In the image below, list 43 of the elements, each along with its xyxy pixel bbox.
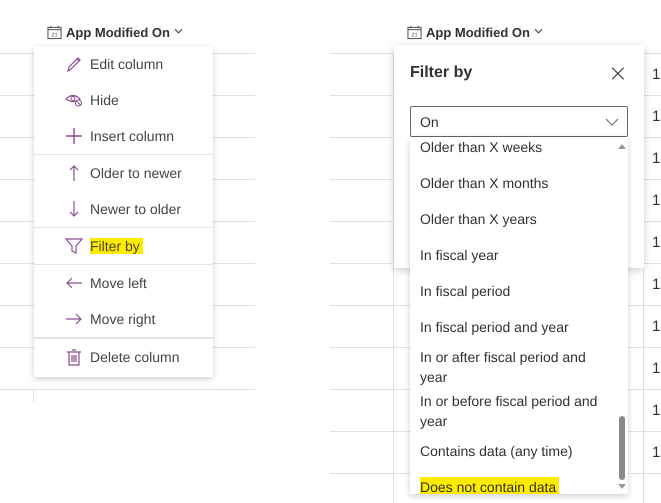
table-cell: 1: [652, 444, 660, 461]
scroll-up-icon[interactable]: [618, 143, 626, 149]
dropdown-option[interactable]: In fiscal year: [410, 237, 616, 273]
dropdown-option[interactable]: In or before fiscal period and year: [410, 389, 616, 433]
menu-item[interactable]: Newer to older: [34, 191, 213, 227]
dropdown-option[interactable]: Older than X months: [410, 165, 616, 201]
menu-item[interactable]: Older to newer: [34, 155, 213, 191]
dropdown-option[interactable]: Older than X years: [410, 201, 616, 237]
chevron-down-icon[interactable]: [534, 28, 543, 34]
menu-item[interactable]: Move left: [34, 265, 213, 301]
table-cell: 1: [652, 360, 660, 377]
column-header[interactable]: App Modified On: [66, 25, 170, 41]
scrollbar-thumb[interactable]: [619, 416, 625, 480]
table-cell: 1: [652, 108, 660, 125]
dropdown-option[interactable]: Does not contain data: [410, 469, 616, 494]
column-header[interactable]: App Modified On: [426, 25, 530, 41]
menu-item[interactable]: Insert column: [34, 118, 213, 154]
dropdown-option[interactable]: In fiscal period: [410, 273, 616, 309]
plus-icon: [64, 126, 84, 146]
dropdown-option[interactable]: In or after fiscal period and year: [410, 345, 616, 389]
menu-item[interactable]: Hide: [34, 82, 213, 118]
table-cell: 1: [652, 192, 660, 209]
table-cell: 1: [652, 276, 660, 293]
close-button[interactable]: ×: [608, 63, 628, 83]
menu-item[interactable]: Filter by: [34, 228, 213, 264]
chevron-down-icon: [605, 118, 619, 126]
menu-item[interactable]: Edit column: [34, 46, 213, 82]
funnel-icon: [64, 236, 84, 256]
table-cell: 1: [652, 234, 660, 251]
table-cell: 1: [652, 318, 660, 335]
table-cell: 1: [652, 66, 660, 83]
panel-title: Filter by: [410, 64, 472, 82]
trash-icon: [64, 347, 84, 367]
dropdown-option[interactable]: In fiscal period and year: [410, 309, 616, 345]
operator-dropdown[interactable]: On: [410, 106, 628, 137]
dropdown-option[interactable]: Older than X weeks: [410, 137, 616, 165]
dropdown-option[interactable]: Contains data (any time): [410, 433, 616, 469]
table-cell: 1: [652, 150, 660, 167]
menu-item[interactable]: Delete column: [34, 339, 213, 375]
scroll-down-icon[interactable]: [618, 484, 626, 490]
chevron-down-icon[interactable]: [174, 28, 183, 34]
menu-item[interactable]: Move right: [34, 301, 213, 337]
table-cell: 1: [652, 402, 660, 419]
